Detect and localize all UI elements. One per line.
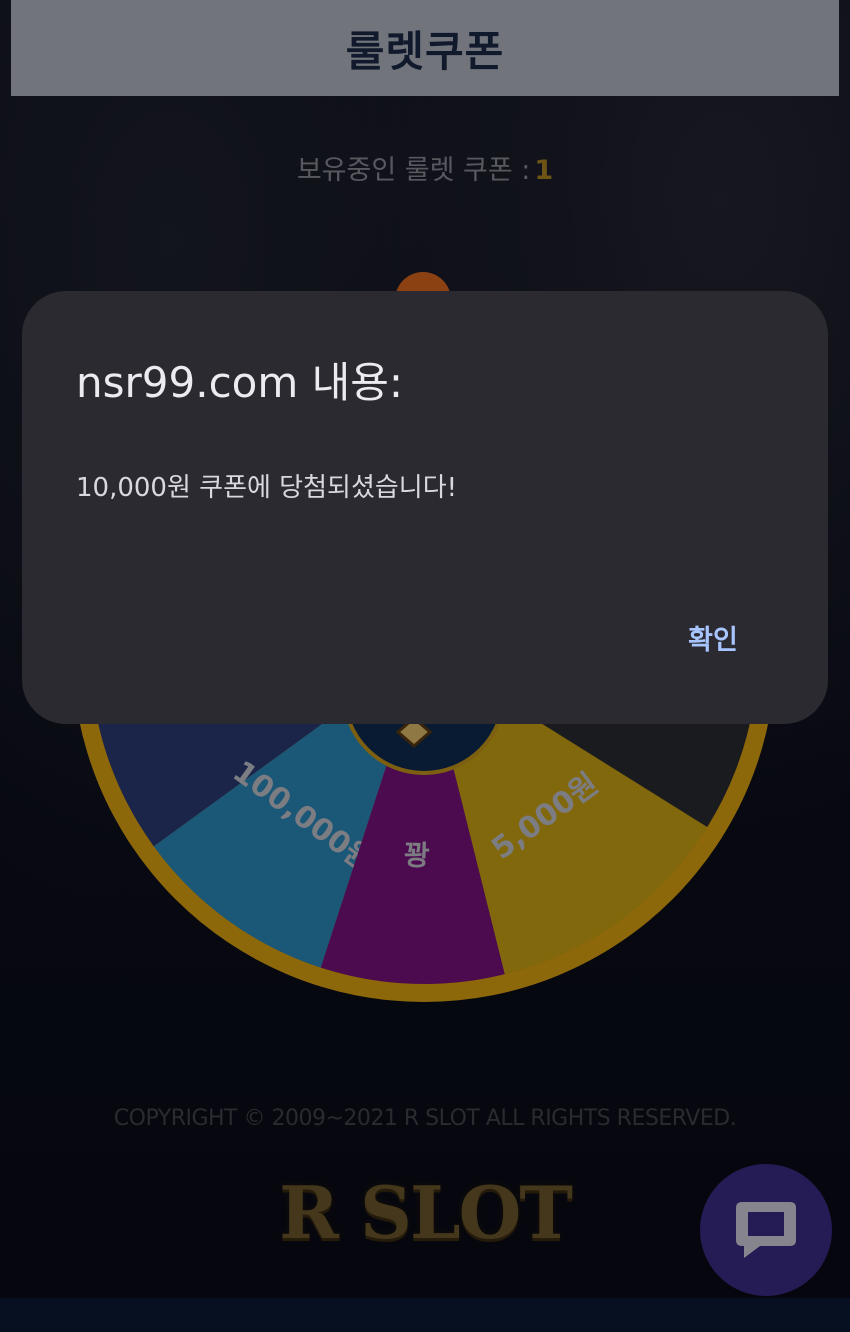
ok-button[interactable]: 확인 [658, 617, 768, 665]
dialog-title: nsr99.com 내용: [76, 358, 404, 407]
alert-dialog: nsr99.com 내용: 10,000원 쿠폰에 당첨되셨습니다! 확인 [22, 291, 828, 724]
dialog-message: 10,000원 쿠폰에 당첨되셨습니다! [76, 473, 458, 503]
